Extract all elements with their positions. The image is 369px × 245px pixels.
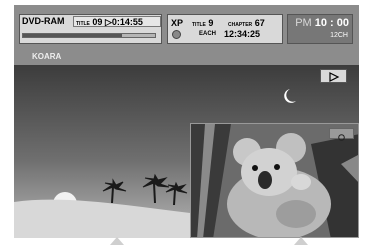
- playback-title-number: 09: [92, 17, 103, 27]
- pip-toggle-icon: [338, 134, 345, 141]
- each-label: EACH: [199, 31, 217, 37]
- chapter-label: CHAPTER: [228, 22, 253, 28]
- clock-ampm: PM: [295, 17, 312, 29]
- playback-title-box: TITLE 09 ▷0:14:55: [73, 16, 161, 27]
- playback-progress-fill: [23, 34, 122, 37]
- tv-screen: DVD-RAM TITLE 09 ▷0:14:55 XP TITLE 9 CHA…: [14, 5, 359, 238]
- pip-toggle-button[interactable]: [329, 128, 354, 141]
- pointer-main-picture: [110, 237, 124, 245]
- record-indicator-icon: [172, 30, 181, 39]
- picture-in-picture-window[interactable]: [190, 123, 359, 238]
- record-chapter: CHAPTER 67: [228, 18, 265, 28]
- clock-panel: PM 10 : 00 12CH: [287, 14, 353, 44]
- playback-title-label: TITLE: [76, 21, 90, 27]
- media-type: DVD-RAM: [22, 16, 65, 26]
- record-title-label: TITLE: [192, 22, 206, 28]
- elapsed-time: 0:14:55: [111, 17, 143, 27]
- pointer-pip-picture: [294, 237, 308, 245]
- clock-time: PM 10 : 00: [295, 17, 349, 29]
- disc-status-panel: DVD-RAM TITLE 09 ▷0:14:55: [19, 14, 162, 44]
- chapter-number: 67: [254, 18, 265, 28]
- channel-number: 12CH: [330, 32, 348, 39]
- play-state-icon: ▷: [104, 17, 112, 27]
- clock-value: 10 : 00: [314, 17, 349, 29]
- recording-info-panel: XP TITLE 9 CHAPTER 67 EACH 12:34:25: [167, 14, 283, 44]
- play-icon: [329, 72, 340, 82]
- play-button[interactable]: [320, 69, 347, 83]
- osd-status-bar: DVD-RAM TITLE 09 ▷0:14:55 XP TITLE 9 CHA…: [14, 5, 359, 65]
- record-title-number: 9: [208, 18, 214, 28]
- playback-progress-bar: [22, 33, 156, 38]
- program-name: KOARA: [32, 52, 62, 61]
- record-title: TITLE 9: [192, 18, 213, 28]
- recording-mode: XP: [171, 18, 184, 28]
- record-time: 12:34:25: [224, 29, 261, 39]
